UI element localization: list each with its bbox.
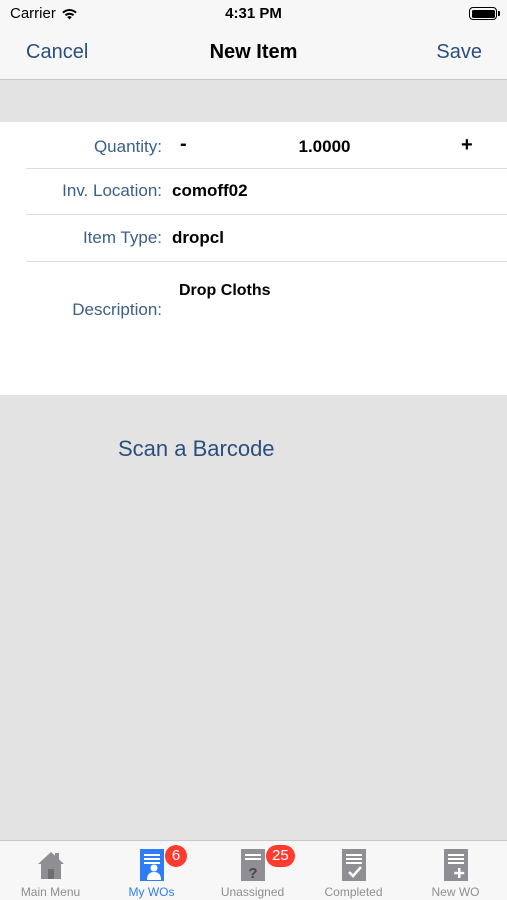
tab-completed-label: Completed (324, 885, 383, 899)
tab-completed[interactable]: Completed (303, 841, 404, 900)
item-type-row[interactable]: Item Type: dropcl (0, 215, 507, 262)
description-label: Description: (72, 300, 162, 319)
new-workorder-icon (443, 849, 468, 881)
house-icon (37, 852, 64, 879)
item-type-value[interactable]: dropcl (172, 228, 224, 248)
tab-new-wo[interactable]: New WO (405, 841, 506, 900)
quantity-increment-button[interactable]: + (457, 134, 477, 157)
tab-unassigned-label: Unassigned (220, 885, 285, 899)
svg-text:?: ? (248, 865, 257, 882)
inventory-location-label: Inv. Location: (62, 181, 162, 200)
tab-bar: Main Menu 6 My WOs ? 25 Unassigned Compl… (0, 840, 507, 900)
status-bar: Carrier 4:31 PM (0, 0, 507, 28)
save-button[interactable]: Save (436, 41, 482, 64)
unassigned-badge: 25 (266, 845, 295, 867)
quantity-row: Quantity: - 1.0000 + (0, 122, 507, 169)
description-row: Description: Drop Cloths (0, 262, 507, 395)
description-textarea[interactable]: Drop Cloths (172, 272, 492, 382)
tab-my-wos-label: My WOs (128, 885, 175, 899)
my-workorders-icon (139, 849, 164, 881)
status-time: 4:31 PM (225, 5, 282, 22)
tab-main-menu[interactable]: Main Menu (0, 841, 101, 900)
tab-main-menu-label: Main Menu (20, 885, 81, 899)
navigation-bar: Cancel New Item Save (0, 28, 507, 80)
tab-new-wo-label: New WO (431, 885, 480, 899)
completed-workorders-icon (341, 849, 366, 881)
my-wos-badge: 6 (165, 845, 187, 867)
tab-my-wos[interactable]: 6 My WOs (101, 841, 202, 900)
inventory-location-value[interactable]: comoff02 (172, 181, 248, 201)
quantity-value-text: 1.0000 (298, 137, 351, 156)
item-form: Quantity: - 1.0000 + Inv. Location: como… (0, 122, 507, 395)
page-title: New Item (209, 41, 298, 63)
tab-unassigned[interactable]: ? 25 Unassigned (202, 841, 303, 900)
scan-barcode-button[interactable]: Scan a Barcode (118, 436, 275, 462)
battery-icon (469, 7, 500, 20)
unassigned-workorders-icon: ? (240, 849, 265, 882)
quantity-value[interactable]: 1.0000 (71, 137, 507, 157)
item-type-label: Item Type: (82, 228, 162, 247)
inventory-location-row[interactable]: Inv. Location: comoff02 (0, 169, 507, 215)
